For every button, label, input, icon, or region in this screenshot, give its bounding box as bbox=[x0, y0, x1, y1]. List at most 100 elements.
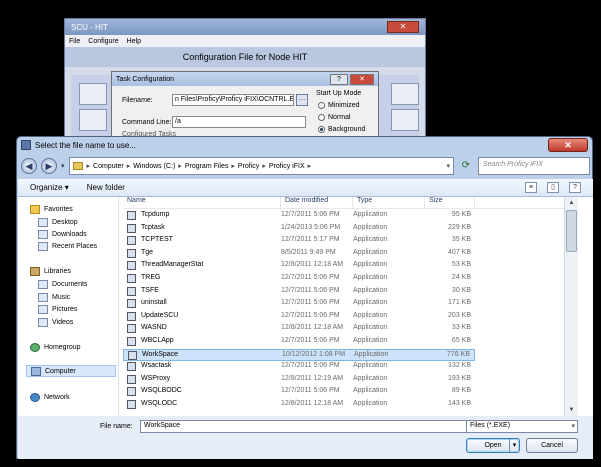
view-options-icon[interactable]: ≡ bbox=[525, 182, 537, 193]
file-type-cell: Application bbox=[353, 362, 388, 370]
computer-icon bbox=[31, 366, 41, 376]
table-row[interactable]: ThreadManagerStat 12/8/2011 12:18 AM Appli… bbox=[123, 260, 475, 272]
file-dialog-close-icon[interactable]: ✕ bbox=[548, 138, 588, 152]
file-name-cell: WASND bbox=[141, 324, 167, 332]
breadcrumb-computer[interactable]: Computer bbox=[93, 163, 124, 170]
file-name-cell: uninstall bbox=[141, 299, 167, 307]
nav-computer[interactable]: Computer bbox=[26, 365, 116, 377]
table-row[interactable]: Wsactask 12/7/2011 5:06 PM Application 132 … bbox=[123, 361, 475, 373]
table-row[interactable]: Tcpdump 12/7/2011 5:06 PM Application 95 KB bbox=[123, 210, 475, 222]
filename-field[interactable]: n Files\Proficy\Proficy iFIX\OCNTRL.EXE bbox=[172, 94, 294, 106]
homegroup-icon bbox=[30, 342, 40, 352]
scu-menu-file[interactable]: File bbox=[69, 38, 80, 45]
nav-homegroup[interactable]: Homegroup bbox=[30, 341, 81, 353]
scu-menu-configure[interactable]: Configure bbox=[88, 38, 118, 45]
scroll-thumb[interactable] bbox=[566, 210, 577, 252]
scu-menu-bar: File Configure Help bbox=[65, 35, 425, 47]
application-icon bbox=[127, 248, 136, 258]
table-row[interactable]: WBCLApp 12/7/2011 5:06 PM Application 65 KB bbox=[123, 336, 475, 348]
nav-documents[interactable]: Documents bbox=[38, 278, 87, 290]
table-row[interactable]: TSFE 12/7/2011 5:06 PM Application 30 KB bbox=[123, 286, 475, 298]
address-bar[interactable]: ▸ Computer ▸ Windows (C:) ▸ Program File… bbox=[68, 157, 454, 175]
open-button[interactable]: Open ▾ bbox=[466, 438, 520, 453]
vertical-scrollbar[interactable]: ▲ ▼ bbox=[564, 197, 578, 416]
startup-normal-radio[interactable]: Normal bbox=[318, 114, 351, 121]
file-type-cell: Application bbox=[353, 236, 388, 244]
scroll-down-icon[interactable]: ▼ bbox=[565, 404, 578, 416]
file-type-cell: Application bbox=[353, 299, 388, 307]
organize-button[interactable]: Organize ▾ bbox=[30, 183, 69, 192]
nav-favorites[interactable]: Favorites bbox=[30, 203, 73, 215]
radio-label: Minimized bbox=[328, 102, 360, 109]
breadcrumb-windows-c[interactable]: Windows (C:) bbox=[133, 163, 175, 170]
scroll-up-icon[interactable]: ▲ bbox=[565, 197, 578, 209]
nav-desktop[interactable]: Desktop bbox=[38, 216, 78, 228]
command-line-field[interactable]: /a bbox=[172, 116, 306, 128]
table-row[interactable]: WorkSpace 10/12/2012 1:08 PM Application 77… bbox=[123, 348, 475, 361]
column-header-name[interactable]: Name bbox=[123, 197, 281, 209]
node-computer-icon bbox=[79, 109, 107, 131]
recent-locations-dropdown-icon[interactable]: ▾ bbox=[61, 162, 65, 170]
back-arrow-icon[interactable]: ◀ bbox=[21, 158, 37, 174]
table-row[interactable]: Tge 8/5/2011 9:49 PM Application 407 KB bbox=[123, 248, 475, 260]
column-header-size[interactable]: Size bbox=[425, 197, 475, 209]
file-date-cell: 12/7/2011 5:06 PM bbox=[281, 362, 340, 370]
nav-downloads[interactable]: Downloads bbox=[38, 228, 87, 240]
file-size-cell: 30 KB bbox=[451, 286, 471, 294]
nav-videos[interactable]: Videos bbox=[38, 316, 73, 328]
file-date-cell: 12/8/2011 12:18 AM bbox=[281, 324, 344, 332]
table-row[interactable]: WSQLBODC 12/7/2011 5:06 PM Application 89 K… bbox=[123, 386, 475, 398]
new-folder-button[interactable]: New folder bbox=[87, 183, 125, 192]
column-header-type[interactable]: Type bbox=[353, 197, 425, 209]
help-icon[interactable]: ? bbox=[569, 182, 581, 193]
table-row[interactable]: UpdateSCU 12/7/2011 5:06 PM Application 203… bbox=[123, 311, 475, 323]
nav-music[interactable]: Music bbox=[38, 291, 70, 303]
table-row[interactable]: WSQLODC 12/8/2011 12:18 AM Application 143 … bbox=[123, 399, 475, 411]
startup-minimized-radio[interactable]: Minimized bbox=[318, 102, 360, 109]
nav-network[interactable]: Network bbox=[30, 391, 70, 403]
file-date-cell: 12/7/2011 5:17 PM bbox=[281, 236, 340, 244]
nav-label: Recent Places bbox=[52, 242, 98, 250]
table-row[interactable]: TCPTEST 12/7/2011 5:17 PM Application 35 KB bbox=[123, 235, 475, 247]
file-type-select[interactable]: Files (*.EXE) ▾ bbox=[466, 420, 578, 433]
scu-close-icon[interactable]: ✕ bbox=[387, 21, 419, 33]
file-date-cell: 12/7/2011 5:06 PM bbox=[281, 274, 340, 281]
file-open-dialog: Select the file name to use... ✕ ◀ ▶ ▾ ▸… bbox=[16, 136, 593, 459]
file-type-dropdown-icon[interactable]: ▾ bbox=[571, 422, 575, 430]
scu-menu-help[interactable]: Help bbox=[127, 38, 141, 45]
startup-mode-label: Start Up Mode bbox=[316, 90, 362, 97]
table-row[interactable]: TREG 12/7/2011 5:06 PM Application 24 KB bbox=[123, 273, 475, 285]
preview-pane-icon[interactable]: ▯ bbox=[547, 182, 559, 193]
nav-pictures[interactable]: Pictures bbox=[38, 303, 77, 315]
table-row[interactable]: WASND 12/8/2011 12:18 AM Application 33 KB bbox=[123, 323, 475, 335]
table-row[interactable]: WSProxy 12/8/2011 12:19 AM Application 193 … bbox=[123, 374, 475, 386]
table-row[interactable]: Tcptask 1/24/2013 5:06 PM Application 229 K… bbox=[123, 223, 475, 235]
forward-arrow-icon[interactable]: ▶ bbox=[41, 158, 57, 174]
application-icon bbox=[127, 274, 136, 283]
file-name-cell: WorkSpace bbox=[142, 350, 179, 358]
address-dropdown-icon[interactable]: ▾ bbox=[446, 162, 450, 170]
nav-recent-places[interactable]: Recent Places bbox=[38, 240, 97, 252]
breadcrumb-proficy-ifix[interactable]: Proficy iFIX bbox=[269, 163, 305, 170]
file-name-input[interactable]: WorkSpace ▾ bbox=[140, 420, 474, 433]
startup-background-radio[interactable]: Background bbox=[318, 126, 365, 133]
file-type-cell: Application bbox=[353, 211, 388, 218]
search-input[interactable]: Search Proficy iFIX bbox=[478, 157, 590, 175]
help-button[interactable]: ? bbox=[330, 73, 348, 85]
file-name-cell: WSProxy bbox=[141, 374, 171, 382]
nav-label: Downloads bbox=[52, 230, 87, 238]
breadcrumb-program-files[interactable]: Program Files bbox=[185, 163, 229, 170]
breadcrumb-proficy[interactable]: Proficy bbox=[238, 163, 259, 170]
file-dialog-title-bar: Select the file name to use... ✕ bbox=[17, 137, 592, 153]
open-dropdown-icon[interactable]: ▾ bbox=[509, 439, 519, 452]
refresh-icon[interactable]: ⟳ bbox=[458, 158, 474, 174]
task-dialog-close-icon[interactable]: ✕ bbox=[350, 73, 374, 85]
application-icon bbox=[128, 350, 137, 360]
cancel-button[interactable]: Cancel bbox=[526, 438, 578, 453]
table-row[interactable]: uninstall 12/7/2011 5:06 PM Application 171… bbox=[123, 298, 475, 310]
file-date-cell: 10/12/2012 1:08 PM bbox=[282, 350, 346, 358]
nav-libraries[interactable]: Libraries bbox=[30, 265, 71, 277]
browse-button[interactable]: … bbox=[296, 94, 308, 106]
downloads-icon bbox=[38, 229, 48, 239]
column-header-date-modified[interactable]: Date modified bbox=[281, 197, 353, 209]
